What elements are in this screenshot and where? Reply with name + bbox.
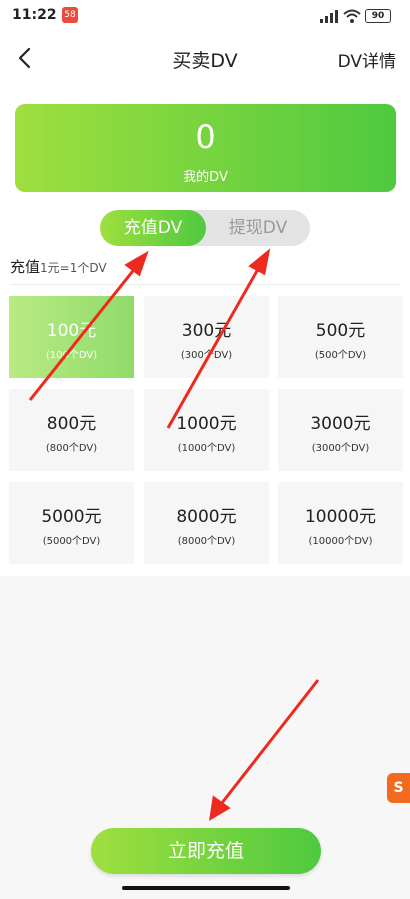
amount-option-300[interactable]: 300元 (300个DV) bbox=[144, 296, 269, 378]
option-amount: 100元 bbox=[46, 321, 97, 341]
amount-option-800[interactable]: 800元 (800个DV) bbox=[9, 389, 134, 471]
option-dv: (800个DV) bbox=[45, 443, 98, 454]
floating-keyboard-icon[interactable]: S bbox=[387, 773, 410, 803]
main-content: 0 我的DV 充值DV 提现DV 充值1元=1个DV 100元 (100个DV)… bbox=[0, 86, 410, 576]
option-amount: 3000元 bbox=[310, 414, 371, 434]
tab-withdraw[interactable]: 提现DV bbox=[206, 210, 310, 246]
rate-info: 充值1元=1个DV bbox=[10, 256, 107, 277]
home-indicator bbox=[122, 886, 290, 890]
app-notification-icon: 58 bbox=[62, 7, 78, 23]
battery-icon: 90 bbox=[365, 9, 391, 23]
rate-title: 充值 bbox=[10, 258, 41, 276]
amount-option-1000[interactable]: 1000元 (1000个DV) bbox=[144, 389, 269, 471]
amount-option-8000[interactable]: 8000元 (8000个DV) bbox=[144, 482, 269, 564]
status-time: 11:22 bbox=[12, 7, 57, 23]
amount-option-100[interactable]: 100元 (100个DV) bbox=[9, 296, 134, 378]
option-amount: 300元 bbox=[181, 321, 232, 341]
recharge-now-button[interactable]: 立即充值 bbox=[91, 828, 321, 874]
amount-option-10000[interactable]: 10000元 (10000个DV) bbox=[278, 482, 403, 564]
option-amount: 8000元 bbox=[176, 507, 237, 527]
amount-option-500[interactable]: 500元 (500个DV) bbox=[278, 296, 403, 378]
signal-icon bbox=[320, 10, 338, 23]
option-dv: (8000个DV) bbox=[177, 536, 236, 547]
option-amount: 800元 bbox=[46, 414, 97, 434]
option-dv: (3000个DV) bbox=[311, 443, 370, 454]
amount-option-5000[interactable]: 5000元 (5000个DV) bbox=[9, 482, 134, 564]
balance-value: 0 bbox=[195, 118, 216, 156]
wifi-icon bbox=[343, 9, 361, 23]
balance-label: 我的DV bbox=[183, 170, 228, 185]
rate-subtitle: 1元=1个DV bbox=[40, 261, 107, 275]
dv-detail-link[interactable]: DV详情 bbox=[338, 47, 396, 72]
option-dv: (300个DV) bbox=[180, 350, 233, 361]
option-amount: 1000元 bbox=[176, 414, 237, 434]
amount-option-3000[interactable]: 3000元 (3000个DV) bbox=[278, 389, 403, 471]
app-header: 买卖DV DV详情 bbox=[0, 32, 410, 86]
option-amount: 10000元 bbox=[304, 507, 377, 527]
annotation-arrowhead bbox=[209, 795, 231, 821]
mode-tabs: 充值DV 提现DV bbox=[100, 210, 310, 246]
option-dv: (5000个DV) bbox=[42, 536, 101, 547]
status-bar: 11:22 58 90 bbox=[0, 0, 410, 32]
option-dv: (500个DV) bbox=[314, 350, 367, 361]
divider bbox=[10, 284, 400, 285]
tab-recharge[interactable]: 充值DV bbox=[100, 210, 206, 246]
option-amount: 5000元 bbox=[41, 507, 102, 527]
option-dv: (10000个DV) bbox=[308, 536, 373, 547]
option-amount: 500元 bbox=[315, 321, 366, 341]
annotation-arrow bbox=[216, 679, 320, 809]
option-dv: (1000个DV) bbox=[177, 443, 236, 454]
balance-card: 0 我的DV bbox=[15, 104, 396, 192]
option-dv: (100个DV) bbox=[45, 350, 98, 361]
